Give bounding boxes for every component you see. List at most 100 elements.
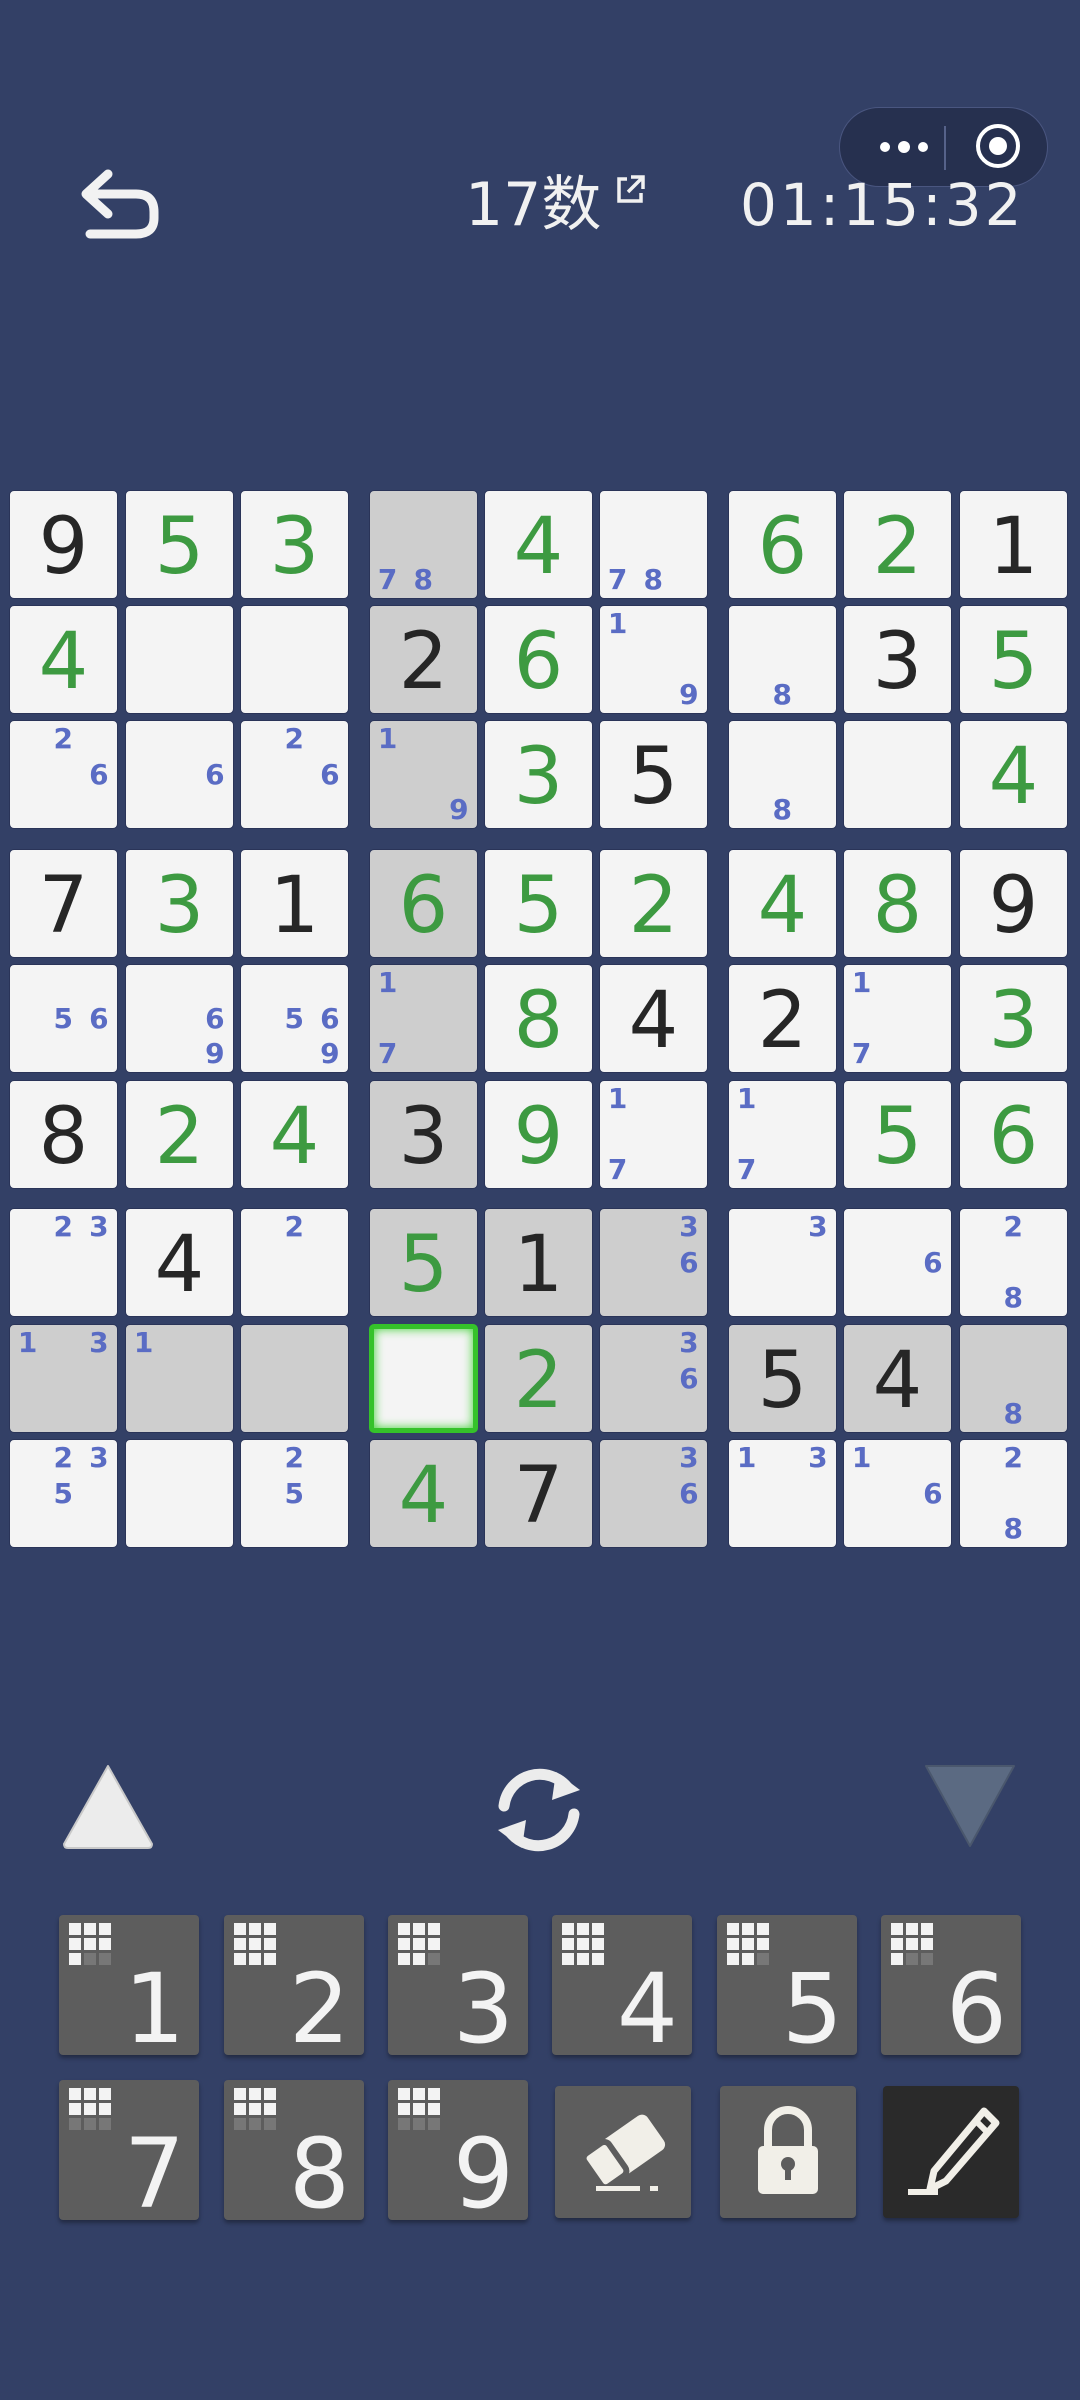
sudoku-cell[interactable]: 1 <box>240 849 349 958</box>
sudoku-cell[interactable]: 5 <box>369 1208 478 1317</box>
sudoku-cell[interactable]: 17 <box>599 1080 708 1189</box>
sudoku-cell[interactable]: 4 <box>240 1080 349 1189</box>
sudoku-cell[interactable]: 13 <box>728 1439 837 1548</box>
sudoku-cell[interactable]: 5 <box>728 1324 837 1433</box>
sudoku-cell[interactable]: 2 <box>240 1208 349 1317</box>
sudoku-cell[interactable]: 5 <box>599 720 708 829</box>
sudoku-cell[interactable]: 2 <box>843 490 952 599</box>
sudoku-cell[interactable]: 5 <box>959 605 1068 714</box>
sudoku-cell[interactable]: 17 <box>369 964 478 1073</box>
sudoku-cell[interactable]: 3 <box>728 1208 837 1317</box>
sudoku-cell[interactable]: 4 <box>369 1439 478 1548</box>
sudoku-cell[interactable]: 3 <box>959 964 1068 1073</box>
number-key-9[interactable]: 9 <box>388 2080 528 2222</box>
sudoku-cell[interactable] <box>240 1324 349 1433</box>
sudoku-cell[interactable]: 4 <box>599 964 708 1073</box>
number-key-8[interactable]: 8 <box>224 2080 364 2222</box>
sudoku-cell[interactable]: 19 <box>599 605 708 714</box>
sudoku-cell[interactable]: 36 <box>599 1324 708 1433</box>
sudoku-cell[interactable]: 26 <box>9 720 118 829</box>
number-key-1[interactable]: 1 <box>59 1915 199 2057</box>
sudoku-cell[interactable]: 6 <box>843 1208 952 1317</box>
sudoku-cell[interactable]: 56 <box>9 964 118 1073</box>
number-key-4[interactable]: 4 <box>552 1915 692 2057</box>
sudoku-cell[interactable]: 13 <box>9 1324 118 1433</box>
sudoku-cell[interactable]: 36 <box>599 1208 708 1317</box>
puzzle-title[interactable]: 17数 <box>465 170 647 240</box>
lock-button[interactable] <box>720 2086 856 2218</box>
close-miniprogram-icon[interactable] <box>976 124 1020 168</box>
sudoku-cell[interactable]: 9 <box>959 849 1068 958</box>
sudoku-cell[interactable]: 6 <box>125 720 234 829</box>
sudoku-cell[interactable]: 1 <box>125 1324 234 1433</box>
sudoku-cell[interactable]: 7 <box>9 849 118 958</box>
selected-cell[interactable] <box>369 1324 478 1433</box>
sudoku-cell[interactable] <box>125 605 234 714</box>
sudoku-cell[interactable]: 78 <box>369 490 478 599</box>
next-triangle-button[interactable] <box>922 1762 1018 1850</box>
sudoku-cell[interactable]: 8 <box>484 964 593 1073</box>
sudoku-cell[interactable]: 8 <box>728 605 837 714</box>
sudoku-cell[interactable]: 2 <box>728 964 837 1073</box>
external-link-icon[interactable] <box>613 173 647 207</box>
back-icon[interactable] <box>80 168 160 240</box>
number-key-5[interactable]: 5 <box>717 1915 857 2057</box>
sudoku-cell[interactable]: 16 <box>843 1439 952 1548</box>
sudoku-cell[interactable]: 69 <box>125 964 234 1073</box>
sudoku-cell[interactable]: 7 <box>484 1439 593 1548</box>
sudoku-cell[interactable]: 3 <box>843 605 952 714</box>
refresh-icon[interactable] <box>486 1760 592 1860</box>
sudoku-cell[interactable]: 23 <box>9 1208 118 1317</box>
sudoku-cell[interactable]: 9 <box>484 1080 593 1189</box>
sudoku-cell[interactable]: 4 <box>959 720 1068 829</box>
sudoku-cell[interactable]: 8 <box>9 1080 118 1189</box>
sudoku-cell[interactable]: 3 <box>484 720 593 829</box>
sudoku-cell[interactable]: 5 <box>843 1080 952 1189</box>
sudoku-cell[interactable]: 2 <box>484 1324 593 1433</box>
sudoku-cell[interactable]: 235 <box>9 1439 118 1548</box>
sudoku-cell[interactable]: 3 <box>240 490 349 599</box>
sudoku-cell[interactable] <box>125 1439 234 1548</box>
sudoku-cell[interactable]: 6 <box>369 849 478 958</box>
sudoku-cell[interactable] <box>240 605 349 714</box>
sudoku-cell[interactable]: 6 <box>728 490 837 599</box>
sudoku-cell[interactable] <box>843 720 952 829</box>
sudoku-cell[interactable]: 25 <box>240 1439 349 1548</box>
pencil-notes-button[interactable] <box>883 2086 1019 2218</box>
sudoku-cell[interactable]: 28 <box>959 1208 1068 1317</box>
sudoku-cell[interactable]: 28 <box>959 1439 1068 1548</box>
sudoku-cell[interactable]: 26 <box>240 720 349 829</box>
sudoku-cell[interactable]: 6 <box>484 605 593 714</box>
sudoku-cell[interactable]: 2 <box>599 849 708 958</box>
sudoku-cell[interactable]: 5 <box>125 490 234 599</box>
previous-triangle-button[interactable] <box>60 1762 156 1850</box>
sudoku-cell[interactable]: 2 <box>125 1080 234 1189</box>
sudoku-cell[interactable]: 17 <box>728 1080 837 1189</box>
sudoku-cell[interactable]: 19 <box>369 720 478 829</box>
sudoku-cell[interactable]: 4 <box>125 1208 234 1317</box>
sudoku-cell[interactable]: 8 <box>728 720 837 829</box>
sudoku-cell[interactable]: 2 <box>369 605 478 714</box>
number-key-2[interactable]: 2 <box>224 1915 364 2057</box>
number-key-6[interactable]: 6 <box>881 1915 1021 2057</box>
sudoku-cell[interactable]: 78 <box>599 490 708 599</box>
sudoku-cell[interactable]: 4 <box>843 1324 952 1433</box>
number-key-7[interactable]: 7 <box>59 2080 199 2222</box>
sudoku-cell[interactable]: 8 <box>959 1324 1068 1433</box>
sudoku-cell[interactable]: 8 <box>843 849 952 958</box>
sudoku-cell[interactable]: 17 <box>843 964 952 1073</box>
sudoku-cell[interactable]: 1 <box>484 1208 593 1317</box>
sudoku-cell[interactable]: 36 <box>599 1439 708 1548</box>
sudoku-cell[interactable]: 4 <box>728 849 837 958</box>
sudoku-cell[interactable]: 6 <box>959 1080 1068 1189</box>
sudoku-cell[interactable]: 569 <box>240 964 349 1073</box>
sudoku-cell[interactable]: 3 <box>369 1080 478 1189</box>
sudoku-cell[interactable]: 1 <box>959 490 1068 599</box>
eraser-button[interactable] <box>555 2086 691 2218</box>
sudoku-cell[interactable]: 3 <box>125 849 234 958</box>
sudoku-cell[interactable]: 5 <box>484 849 593 958</box>
sudoku-cell[interactable]: 4 <box>9 605 118 714</box>
sudoku-cell[interactable]: 9 <box>9 490 118 599</box>
number-key-3[interactable]: 3 <box>388 1915 528 2057</box>
sudoku-cell[interactable]: 4 <box>484 490 593 599</box>
